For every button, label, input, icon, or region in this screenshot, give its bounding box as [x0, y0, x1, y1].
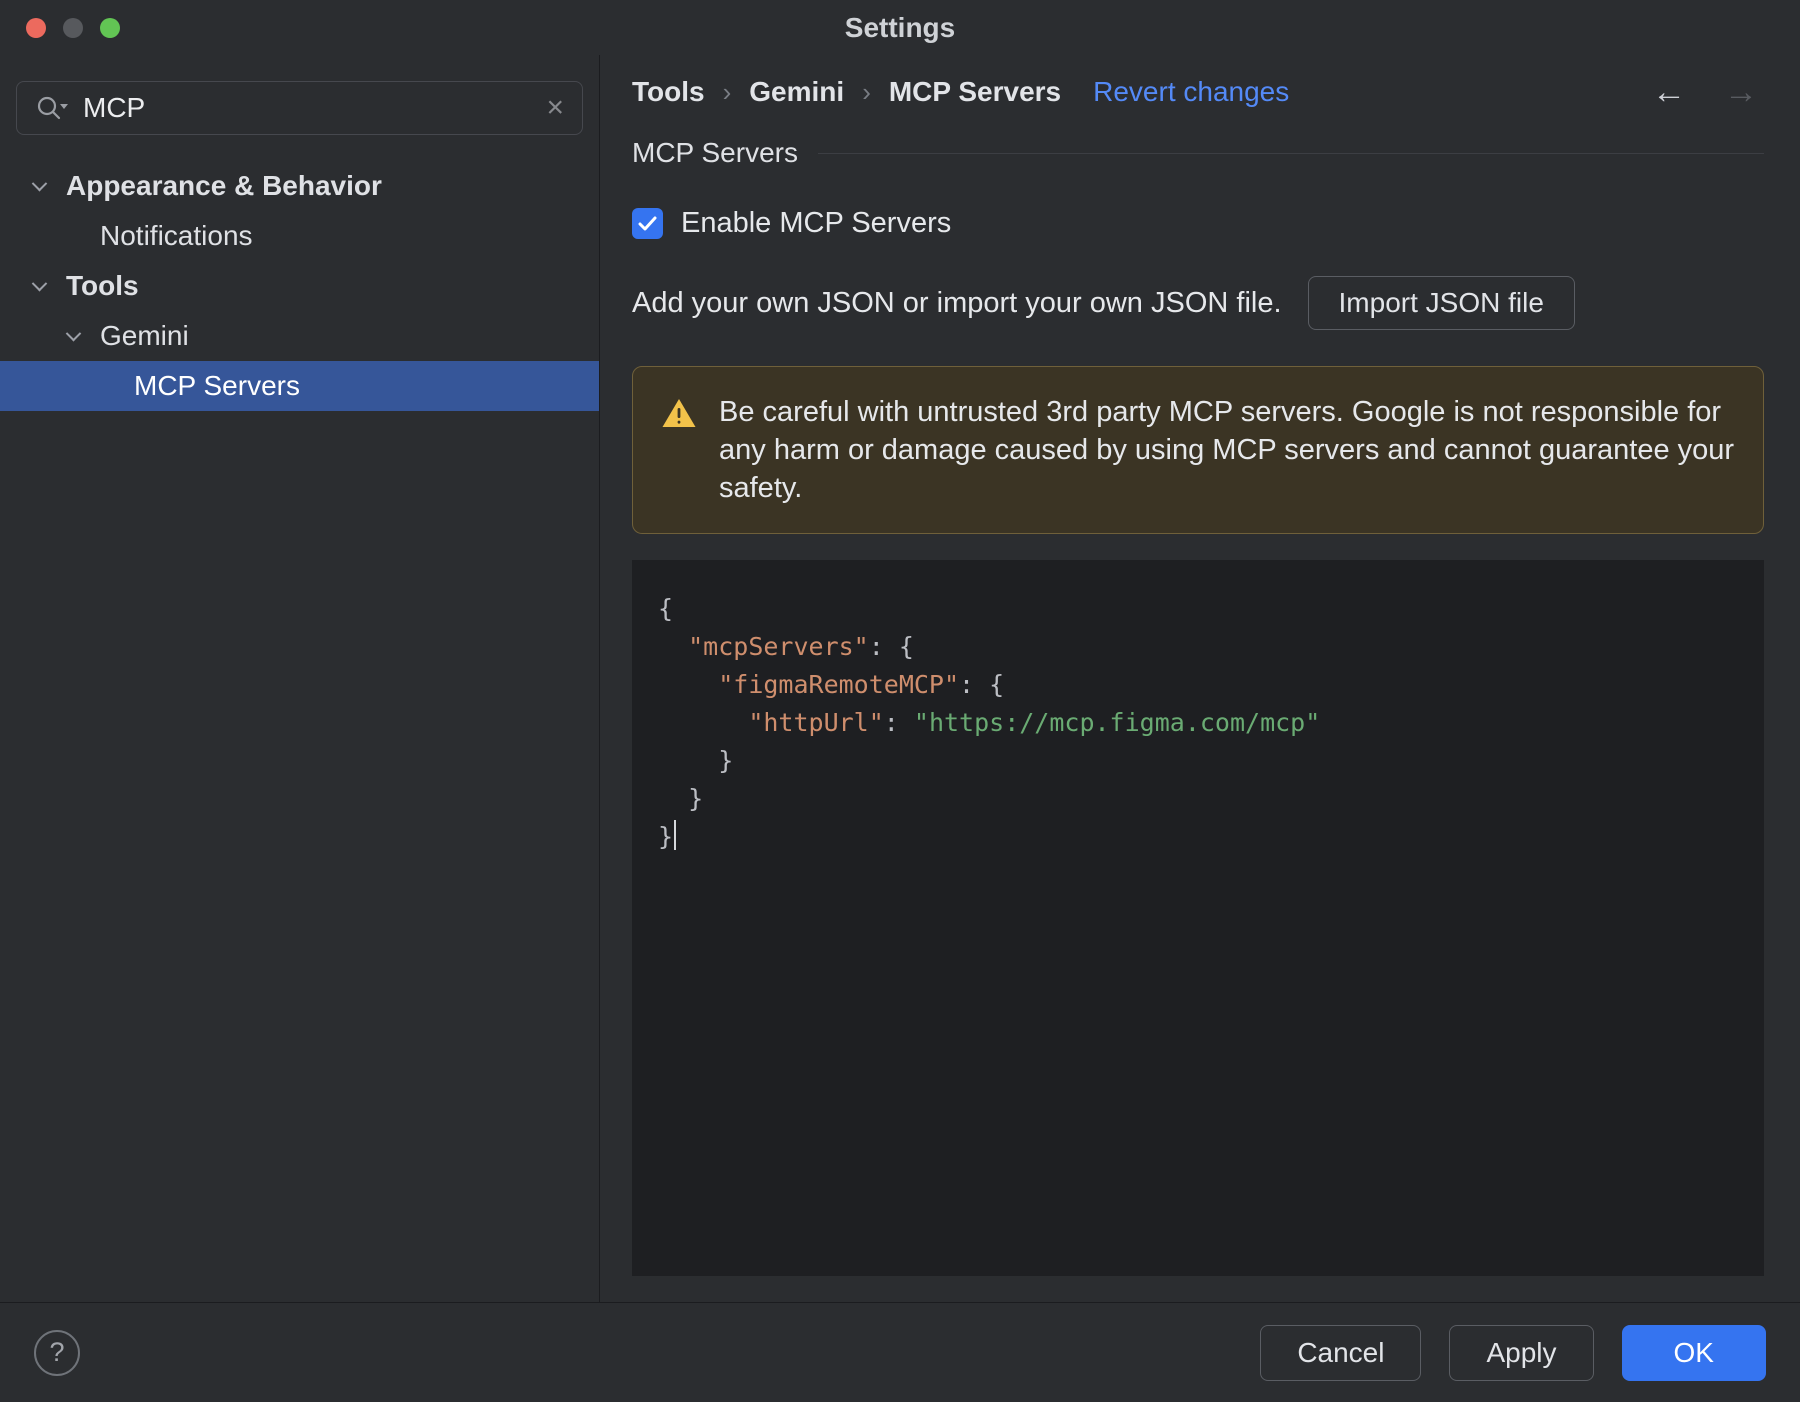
- enable-mcp-servers-row: Enable MCP Servers: [632, 207, 1764, 240]
- chevron-down-icon[interactable]: [31, 175, 66, 192]
- breadcrumb-row: Tools › Gemini › MCP Servers Revert changes …: [632, 55, 1764, 129]
- sidebar-item-label: Tools: [66, 270, 139, 301]
- breadcrumb: Tools › Gemini › MCP Servers: [632, 76, 1061, 108]
- breadcrumb-separator: ›: [722, 76, 732, 107]
- enable-mcp-servers-label: Enable MCP Servers: [681, 207, 952, 239]
- json-punctuation: : {: [868, 632, 914, 661]
- json-punctuation: {: [658, 594, 674, 623]
- warning-icon: [661, 397, 697, 434]
- settings-content: MCP × Appearance & Behavior Notifications…: [0, 55, 1800, 1302]
- import-instruction-text: Add your own JSON or import your own JSO…: [632, 286, 1282, 319]
- search-value: MCP: [83, 92, 146, 123]
- check-icon: [638, 216, 657, 231]
- import-row: Add your own JSON or import your own JSO…: [632, 276, 1764, 330]
- cancel-button[interactable]: Cancel: [1260, 1324, 1422, 1381]
- footer-buttons: Cancel Apply OK: [1260, 1324, 1766, 1381]
- window-title: Settings: [844, 11, 956, 43]
- sidebar-item-label: Gemini: [100, 320, 189, 351]
- zoom-window-button[interactable]: [100, 17, 120, 38]
- sidebar-item-appearance-behavior[interactable]: Appearance & Behavior: [0, 161, 599, 211]
- history-nav: ← →: [1652, 73, 1764, 112]
- sidebar-item-label: Appearance & Behavior: [66, 170, 382, 201]
- mcp-servers-panel: Tools › Gemini › MCP Servers Revert changes …: [600, 55, 1800, 1302]
- chevron-down-icon[interactable]: [65, 325, 100, 342]
- code-line: "figmaRemoteMCP": {: [658, 666, 1738, 704]
- sidebar-item-label: MCP Servers: [134, 370, 300, 401]
- code-line: "mcpServers": {: [658, 628, 1738, 666]
- json-punctuation: [658, 670, 718, 699]
- sidebar-item-tools[interactable]: Tools: [0, 261, 599, 311]
- settings-sidebar: MCP × Appearance & Behavior Notifications…: [0, 55, 600, 1302]
- enable-mcp-servers-checkbox[interactable]: [632, 208, 663, 239]
- back-arrow-icon[interactable]: ←: [1652, 73, 1686, 112]
- code-line: "httpUrl": "https://mcp.figma.com/mcp": [658, 704, 1738, 742]
- help-label: ?: [49, 1337, 65, 1367]
- sidebar-item-notifications[interactable]: Notifications: [0, 211, 599, 261]
- help-button[interactable]: ?: [34, 1329, 80, 1376]
- minimize-window-button[interactable]: [63, 17, 83, 38]
- search-input[interactable]: MCP ×: [16, 81, 583, 135]
- section-divider: [817, 152, 1764, 154]
- code-line: }: [658, 780, 1738, 818]
- json-punctuation: }: [658, 746, 734, 775]
- code-line: {: [658, 590, 1738, 628]
- json-punctuation: : {: [959, 670, 1005, 699]
- json-key: "httpUrl": [748, 708, 884, 737]
- json-punctuation: :: [883, 708, 914, 737]
- title-bar: Settings: [0, 0, 1800, 55]
- chevron-down-icon[interactable]: [31, 275, 66, 292]
- ok-button[interactable]: OK: [1621, 1324, 1766, 1381]
- close-window-button[interactable]: [26, 17, 46, 38]
- mcp-json-editor[interactable]: { "mcpServers": { "figmaRemoteMCP": { "h…: [632, 560, 1764, 1276]
- breadcrumb-separator: ›: [862, 76, 871, 107]
- sidebar-item-mcp-servers[interactable]: MCP Servers: [0, 361, 599, 411]
- code-line: }: [658, 818, 1738, 856]
- search-icon: [35, 94, 69, 122]
- forward-arrow-icon: →: [1724, 72, 1758, 111]
- json-key: "mcpServers": [688, 632, 869, 661]
- dialog-footer: ? Cancel Apply OK: [0, 1302, 1800, 1402]
- json-punctuation: }: [658, 822, 674, 851]
- breadcrumb-item-mcp-servers[interactable]: MCP Servers: [889, 76, 1061, 108]
- section-header: MCP Servers: [632, 137, 1764, 169]
- sidebar-item-label: Notifications: [100, 220, 253, 251]
- import-json-file-button[interactable]: Import JSON file: [1307, 276, 1575, 330]
- warning-text: Be careful with untrusted 3rd party MCP …: [719, 396, 1735, 504]
- json-punctuation: [658, 632, 688, 661]
- settings-tree: Appearance & Behavior Notifications Tools G…: [0, 161, 599, 411]
- window-controls: [26, 17, 120, 38]
- warning-banner: Be careful with untrusted 3rd party MCP …: [632, 366, 1764, 534]
- section-title: MCP Servers: [632, 137, 798, 168]
- clear-search-icon[interactable]: ×: [546, 93, 564, 123]
- sidebar-item-gemini[interactable]: Gemini: [0, 311, 599, 361]
- text-cursor: [674, 820, 677, 850]
- breadcrumb-item-tools[interactable]: Tools: [632, 76, 705, 108]
- code-line: }: [658, 742, 1738, 780]
- revert-changes-link[interactable]: Revert changes: [1093, 76, 1289, 108]
- json-punctuation: [658, 708, 748, 737]
- json-string: "https://mcp.figma.com/mcp": [913, 708, 1321, 737]
- json-punctuation: }: [658, 784, 704, 813]
- apply-button[interactable]: Apply: [1449, 1324, 1594, 1381]
- json-key: "figmaRemoteMCP": [718, 670, 960, 699]
- breadcrumb-item-gemini[interactable]: Gemini: [749, 76, 844, 108]
